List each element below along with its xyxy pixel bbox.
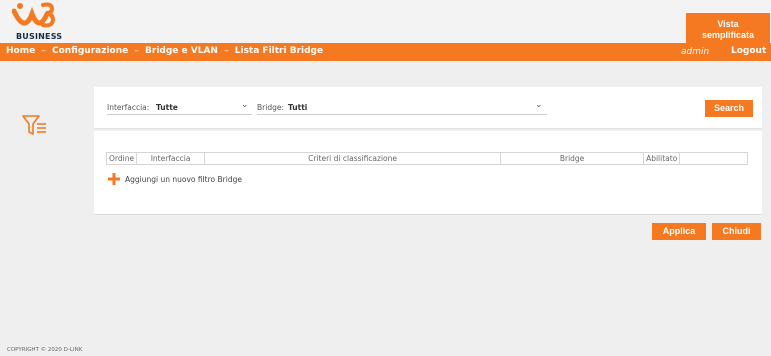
bridge-select[interactable]: Tutti — [288, 103, 307, 112]
interfaccia-label: Interfaccia: — [107, 103, 150, 112]
nav-bar: Home – Configurazione – Bridge e VLAN – … — [0, 43, 771, 61]
column-criteri-classificazione: Criteri di classificazione — [204, 152, 502, 165]
bridge-select-underline — [257, 114, 547, 115]
interfaccia-select[interactable]: Tutte — [156, 103, 178, 112]
vista-button-line1: Vista — [717, 19, 739, 29]
column-bridge: Bridge — [500, 152, 645, 165]
breadcrumb: Home – Configurazione – Bridge e VLAN – … — [6, 46, 323, 56]
filter-panel: Interfaccia: Tutte ⌄ Bridge: Tutti ⌄ Sea… — [94, 87, 762, 129]
column-actions — [679, 152, 748, 165]
breadcrumb-configurazione[interactable]: Configurazione — [52, 46, 128, 56]
bridge-label: Bridge: — [257, 103, 284, 112]
logo-business-text: BUSINESS — [16, 32, 63, 41]
logo-mark-icon — [12, 2, 56, 28]
username: admin — [681, 47, 710, 57]
breadcrumb-separator: – — [224, 46, 229, 56]
top-header: BUSINESS Vista semplificata — [0, 0, 771, 43]
interfaccia-chevron-down-icon[interactable]: ⌄ — [241, 100, 249, 110]
interfaccia-select-underline — [107, 114, 252, 115]
applica-button[interactable]: Applica — [652, 223, 706, 240]
search-button[interactable]: Search — [705, 100, 753, 117]
copyright-text: COPYRIGHT © 2020 D-LINK — [7, 347, 83, 353]
brand-logo[interactable]: BUSINESS — [12, 2, 72, 42]
table-header-row: Ordine Interfaccia Criteri di classifica… — [105, 152, 748, 165]
vista-semplificata-button[interactable]: Vista semplificata — [686, 13, 770, 43]
breadcrumb-home[interactable]: Home — [6, 46, 35, 56]
breadcrumb-lista-filtri-bridge: Lista Filtri Bridge — [234, 46, 324, 56]
breadcrumb-separator: – — [134, 46, 139, 56]
filter-icon — [22, 110, 48, 140]
chiudi-button[interactable]: Chiudi — [712, 223, 761, 240]
logout-link[interactable]: Logout — [731, 46, 766, 56]
column-ordine: Ordine — [105, 152, 138, 165]
breadcrumb-bridge-vlan[interactable]: Bridge e VLAN — [145, 46, 218, 56]
plus-icon — [108, 173, 120, 185]
column-interfaccia: Interfaccia — [136, 152, 206, 165]
breadcrumb-separator: – — [41, 46, 46, 56]
column-abilitato: Abilitato — [643, 152, 681, 165]
bridge-filter-list-panel: Ordine Interfaccia Criteri di classifica… — [94, 131, 762, 215]
bridge-filter-table: Ordine Interfaccia Criteri di classifica… — [105, 152, 748, 165]
vista-button-line2: semplificata — [701, 30, 755, 40]
add-bridge-filter-label: Aggiungi un nuovo filtro Bridge — [125, 175, 242, 184]
bridge-chevron-down-icon[interactable]: ⌄ — [535, 100, 543, 110]
